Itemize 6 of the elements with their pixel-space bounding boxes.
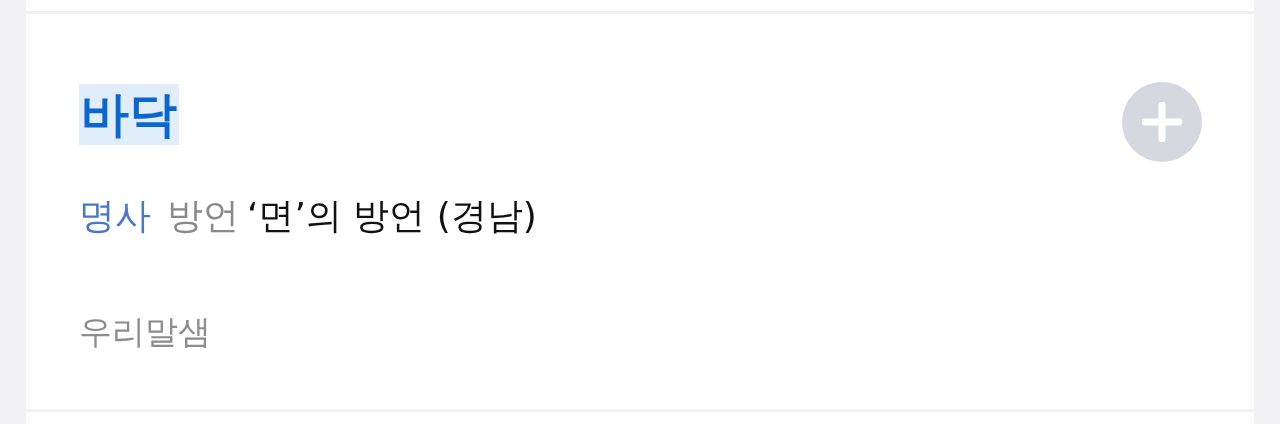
source-label: 우리말샘 — [79, 311, 211, 354]
usage-label: 방언 — [167, 194, 239, 238]
plus-icon — [1142, 102, 1182, 142]
headword: 바닥 — [79, 84, 179, 145]
part-of-speech: 명사 — [79, 194, 151, 238]
definition-text: ‘면’의 방언 (경남) — [247, 194, 537, 238]
